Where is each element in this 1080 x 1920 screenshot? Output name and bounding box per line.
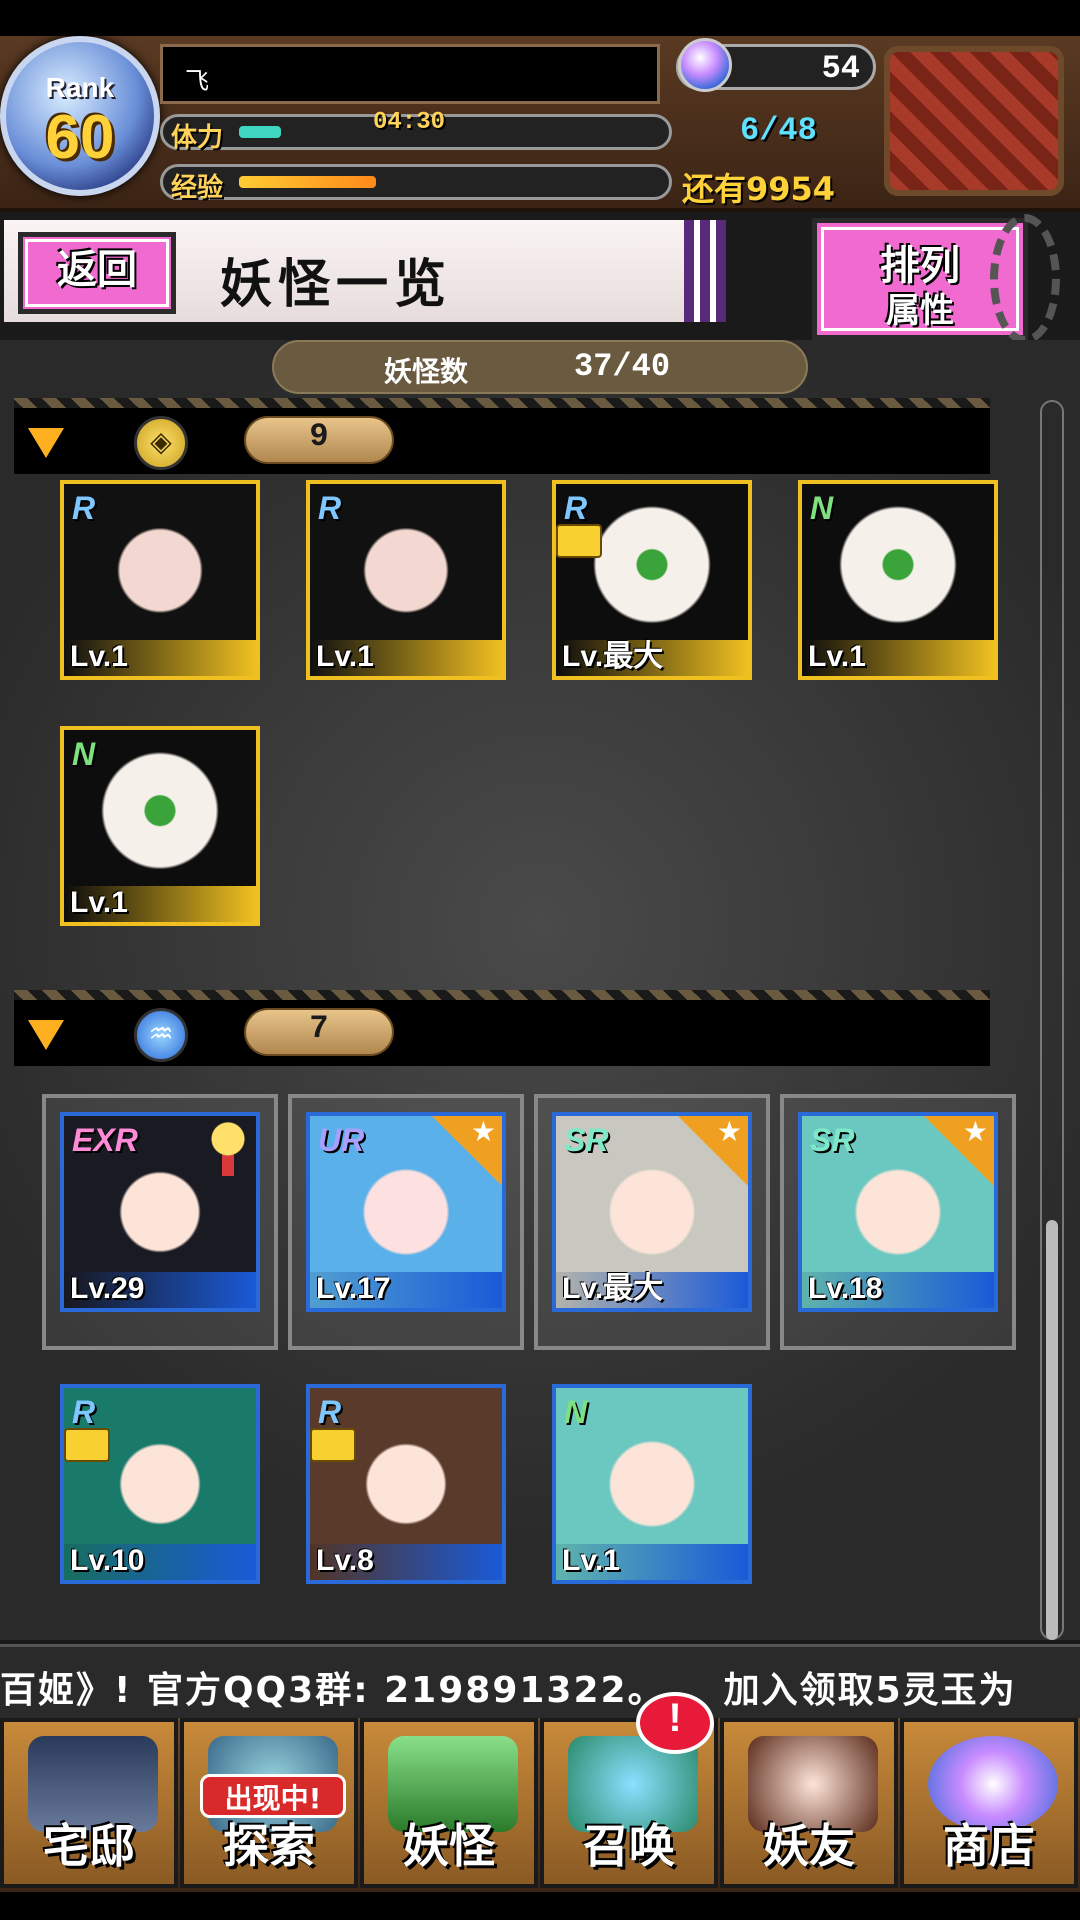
yokai-list[interactable]: 妖怪数 37/40 ◈ 9 R Lv.1 R Lv.1 R Lv.最大 N Lv… [0, 340, 1080, 1640]
star-icon: ★ [432, 1116, 502, 1186]
stamina-fill [239, 126, 281, 138]
yokai-card[interactable]: R Lv.8 [306, 1384, 506, 1584]
nav-home-label: 宅邸 [43, 1819, 135, 1873]
level-label: Lv.29 [64, 1272, 256, 1308]
player-header: Rank 60 飞 体力 04:30 经验 54 6/48 还有9954 [0, 36, 1080, 212]
yokai-card[interactable]: R Lv.1 [60, 480, 260, 680]
section-count: 9 [244, 416, 394, 464]
level-label: Lv.最大 [556, 1272, 748, 1308]
yokai-card[interactable]: SR ★ Lv.最大 [552, 1112, 752, 1312]
level-label: Lv.18 [802, 1272, 994, 1308]
player-name-box: 飞 [160, 44, 660, 104]
lock-icon [64, 1428, 110, 1462]
section-header-water[interactable]: ♒ 7 [14, 990, 990, 1066]
nav-shop-label: 商店 [943, 1819, 1035, 1873]
rarity-badge: N [564, 1394, 588, 1430]
rank-badge[interactable]: Rank 60 [0, 36, 160, 196]
star-icon: ★ [678, 1116, 748, 1186]
level-label: Lv.最大 [556, 640, 748, 676]
level-label: Lv.1 [802, 640, 994, 676]
level-label: Lv.10 [64, 1544, 256, 1580]
nav-summon-label: 召唤 [583, 1819, 675, 1873]
rarity-badge: R [318, 1394, 342, 1430]
back-label: 返回 [57, 247, 137, 293]
back-button[interactable]: 返回 [18, 232, 176, 314]
level-label: Lv.17 [310, 1272, 502, 1308]
level-label: Lv.1 [64, 886, 256, 922]
stamina-bar: 体力 04:30 [160, 109, 672, 153]
yokai-card[interactable]: R Lv.10 [60, 1384, 260, 1584]
yokai-card[interactable]: UR ★ Lv.17 [306, 1112, 506, 1312]
decorative-stripe [684, 220, 726, 322]
alert-badge-icon: ! [636, 1692, 714, 1754]
section-header-earth[interactable]: ◈ 9 [14, 398, 990, 474]
lock-icon [556, 524, 602, 558]
announcement-ticker: 百姬》! 官方QQ3群: 219891322。 加入领取5灵玉为 [0, 1644, 1080, 1718]
exp-fill [239, 176, 376, 188]
exp-label: 经验 [171, 173, 224, 203]
player-name: 飞 [185, 67, 209, 95]
nav-explore[interactable]: 出现中! 探索 [180, 1718, 358, 1888]
nav-shop[interactable]: 商店 [900, 1718, 1078, 1888]
yokai-card[interactable]: N Lv.1 [60, 726, 260, 926]
yokai-count: 妖怪数 37/40 [272, 340, 808, 394]
spirit-gem-icon [678, 38, 732, 92]
stamina-timer: 04:30 [373, 109, 446, 136]
nav-home[interactable]: 宅邸 [0, 1718, 178, 1888]
section-count: 7 [244, 1008, 394, 1056]
medal-icon [208, 1118, 248, 1176]
exp-bar: 经验 [160, 164, 672, 203]
collapse-triangle-icon [28, 428, 64, 458]
page-title: 妖怪一览 [220, 254, 453, 315]
rarity-badge: N [810, 490, 834, 526]
exp-remaining: 还有9954 [682, 170, 836, 208]
rarity-badge: UR [318, 1122, 365, 1158]
nav-friends-label: 妖友 [763, 1819, 855, 1873]
bottom-nav: 宅邸 出现中! 探索 妖怪 召唤 妖友 商店 [0, 1718, 1080, 1892]
treasure-chest-icon[interactable] [884, 46, 1064, 196]
yokai-card[interactable]: EXR Lv.29 [60, 1112, 260, 1312]
rarity-badge: EXR [72, 1122, 138, 1158]
title-bar: 返回 妖怪一览 [0, 216, 730, 326]
rarity-badge: R [318, 490, 342, 526]
ticker-text: 百姬》! 官方QQ3群: 219891322。 加入领取5灵玉为 [0, 1670, 1017, 1711]
status-bar [0, 0, 1080, 36]
level-label: Lv.1 [64, 640, 256, 676]
rarity-badge: R [72, 490, 96, 526]
water-attribute-icon: ♒ [134, 1008, 188, 1062]
scrollbar-thumb[interactable] [1046, 1220, 1058, 1640]
rarity-badge: SR [810, 1122, 855, 1158]
yokai-card[interactable]: R Lv.最大 [552, 480, 752, 680]
yokai-card[interactable]: N Lv.1 [798, 480, 998, 680]
rarity-badge: N [72, 736, 96, 772]
gear-icon [990, 214, 1060, 344]
level-label: Lv.8 [310, 1544, 502, 1580]
yokai-card[interactable]: SR ★ Lv.18 [798, 1112, 998, 1312]
stamina-count: 6/48 [740, 112, 817, 149]
nav-yokai[interactable]: 妖怪 [360, 1718, 538, 1888]
rarity-badge: R [72, 1394, 96, 1430]
yokai-card[interactable]: N Lv.1 [552, 1384, 752, 1584]
level-label: Lv.1 [310, 640, 502, 676]
yokai-count-label: 妖怪数 [384, 355, 469, 388]
rarity-badge: SR [564, 1122, 609, 1158]
nav-explore-label: 探索 [223, 1819, 315, 1873]
lock-icon [310, 1428, 356, 1462]
level-label: Lv.1 [556, 1544, 748, 1580]
gem-count: 54 [821, 50, 860, 87]
rank-value: 60 [45, 103, 115, 172]
nav-yokai-label: 妖怪 [403, 1819, 495, 1873]
rank-label: Rank [45, 72, 115, 103]
collapse-triangle-icon [28, 1020, 64, 1050]
nav-friends[interactable]: 妖友 [720, 1718, 898, 1888]
earth-attribute-icon: ◈ [134, 416, 188, 470]
yokai-count-value: 37/40 [574, 348, 671, 385]
star-icon: ★ [924, 1116, 994, 1186]
stamina-label: 体力 [171, 123, 224, 153]
yokai-card[interactable]: R Lv.1 [306, 480, 506, 680]
rarity-badge: R [564, 490, 588, 526]
system-bar [0, 1892, 1080, 1920]
